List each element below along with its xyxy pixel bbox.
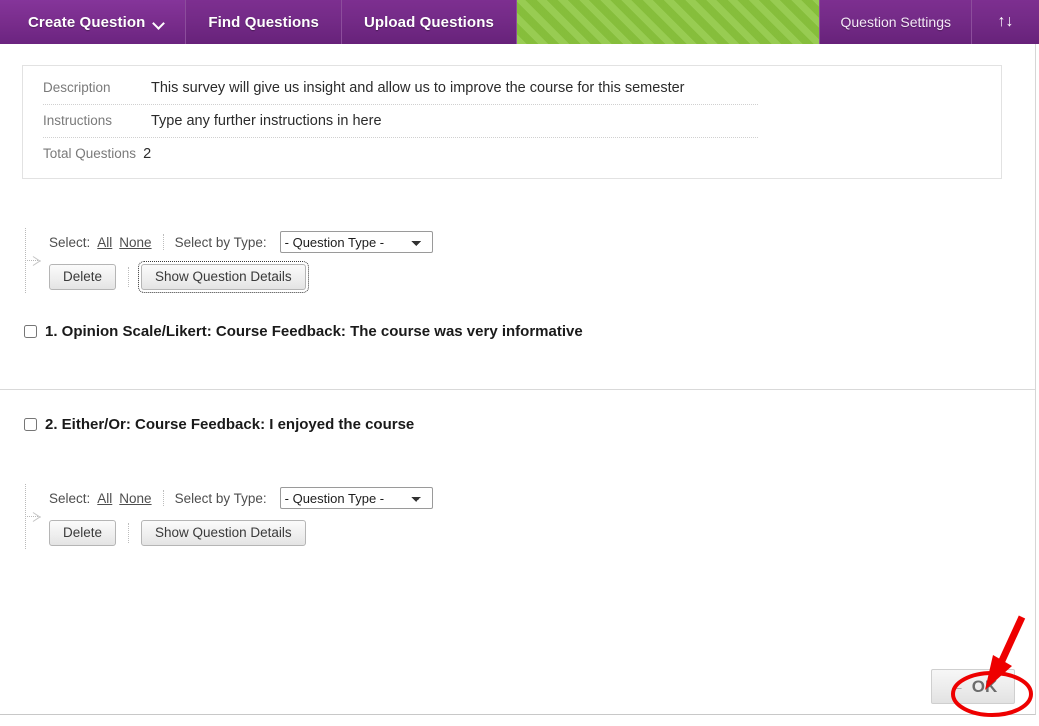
page-content: Description This survey will give us ins… xyxy=(0,44,1036,715)
question-checkbox-2[interactable] xyxy=(24,418,37,431)
detail-label-description: Description xyxy=(43,80,111,95)
sort-ascending-descending-icon: ↑↓ xyxy=(997,13,1014,30)
detail-value-instructions: Type any further instructions in here xyxy=(151,113,382,129)
detail-row-total-questions: Total Questions 2 xyxy=(23,138,1001,170)
select-none-link-top[interactable]: None xyxy=(119,235,151,250)
ok-button-label: OK xyxy=(971,676,998,696)
delete-button-top[interactable]: Delete xyxy=(49,264,117,290)
tab-find-questions[interactable]: Find Questions xyxy=(186,0,342,44)
ok-button[interactable]: ← OK xyxy=(931,669,1015,704)
select-by-type-label-bottom: Select by Type: xyxy=(174,490,267,506)
select-row-top: Select: All None Select by Type: - Quest… xyxy=(49,228,1035,256)
question-list-item-2[interactable]: 2. Either/Or: Course Feedback: I enjoyed… xyxy=(0,389,1035,482)
tree-connector-arrow-icon xyxy=(25,228,47,293)
question-toolbar-top: Select: All None Select by Type: - Quest… xyxy=(0,228,1035,293)
question-toolbar-bottom: Select: All None Select by Type: - Quest… xyxy=(0,484,1035,549)
delete-button-bottom[interactable]: Delete xyxy=(49,520,117,546)
detail-row-description: Description This survey will give us ins… xyxy=(23,72,1001,104)
question-list: 1. Opinion Scale/Likert: Course Feedback… xyxy=(0,297,1035,482)
tab-create-question-label: Create Question xyxy=(28,13,146,31)
page-footer: ← OK xyxy=(0,661,1035,714)
question-text-2: 2. Either/Or: Course Feedback: I enjoyed… xyxy=(45,416,415,433)
select-row-bottom: Select: All None Select by Type: - Quest… xyxy=(49,484,1035,512)
tree-connector-arrow-icon-bottom xyxy=(25,484,47,549)
chevron-down-icon xyxy=(153,19,165,27)
tab-find-questions-label: Find Questions xyxy=(208,13,319,31)
detail-value-description: This survey will give us insight and all… xyxy=(151,80,685,96)
question-checkbox-1[interactable] xyxy=(24,325,37,338)
show-question-details-button-bottom[interactable]: Show Question Details xyxy=(141,520,306,546)
detail-label-instructions: Instructions xyxy=(43,113,113,128)
question-type-select-bottom[interactable]: - Question Type - xyxy=(279,487,433,509)
show-question-details-button-top[interactable]: Show Question Details xyxy=(138,261,309,293)
select-all-link-top[interactable]: All xyxy=(97,235,112,250)
action-bar-spacer-striped xyxy=(516,0,821,44)
button-row-divider-bottom xyxy=(128,523,130,543)
question-settings-button[interactable]: Question Settings xyxy=(820,0,972,44)
tab-upload-questions[interactable]: Upload Questions xyxy=(342,0,517,44)
action-bar: Create Question Find Questions Upload Qu… xyxy=(0,0,1039,44)
question-list-item-1[interactable]: 1. Opinion Scale/Likert: Course Feedback… xyxy=(0,297,1035,389)
select-row-divider-bottom xyxy=(162,490,164,506)
select-row-divider-top xyxy=(162,234,164,250)
arrow-left-icon: ← xyxy=(948,677,965,695)
select-by-type-label-top: Select by Type: xyxy=(174,234,267,250)
button-row-bottom: Delete Show Question Details xyxy=(49,517,1035,549)
tab-upload-questions-label: Upload Questions xyxy=(363,13,494,31)
select-label-top: Select: xyxy=(49,234,91,250)
detail-row-instructions: Instructions Type any further instructio… xyxy=(23,105,1001,137)
question-text-1: 1. Opinion Scale/Likert: Course Feedback… xyxy=(45,323,583,340)
select-all-link-bottom[interactable]: All xyxy=(97,491,112,506)
survey-details-panel: Description This survey will give us ins… xyxy=(22,65,1002,179)
button-row-divider-top xyxy=(128,267,130,287)
select-label-bottom: Select: xyxy=(49,490,91,506)
question-type-select-top[interactable]: - Question Type - xyxy=(279,231,433,253)
select-none-link-bottom[interactable]: None xyxy=(119,491,151,506)
question-settings-label: Question Settings xyxy=(840,14,951,30)
detail-label-total-questions: Total Questions xyxy=(43,146,137,161)
button-row-top: Delete Show Question Details xyxy=(49,261,1035,293)
sort-toggle-button[interactable]: ↑↓ xyxy=(972,0,1039,44)
tab-create-question[interactable]: Create Question xyxy=(0,0,187,44)
detail-value-total-questions: 2 xyxy=(143,146,152,162)
